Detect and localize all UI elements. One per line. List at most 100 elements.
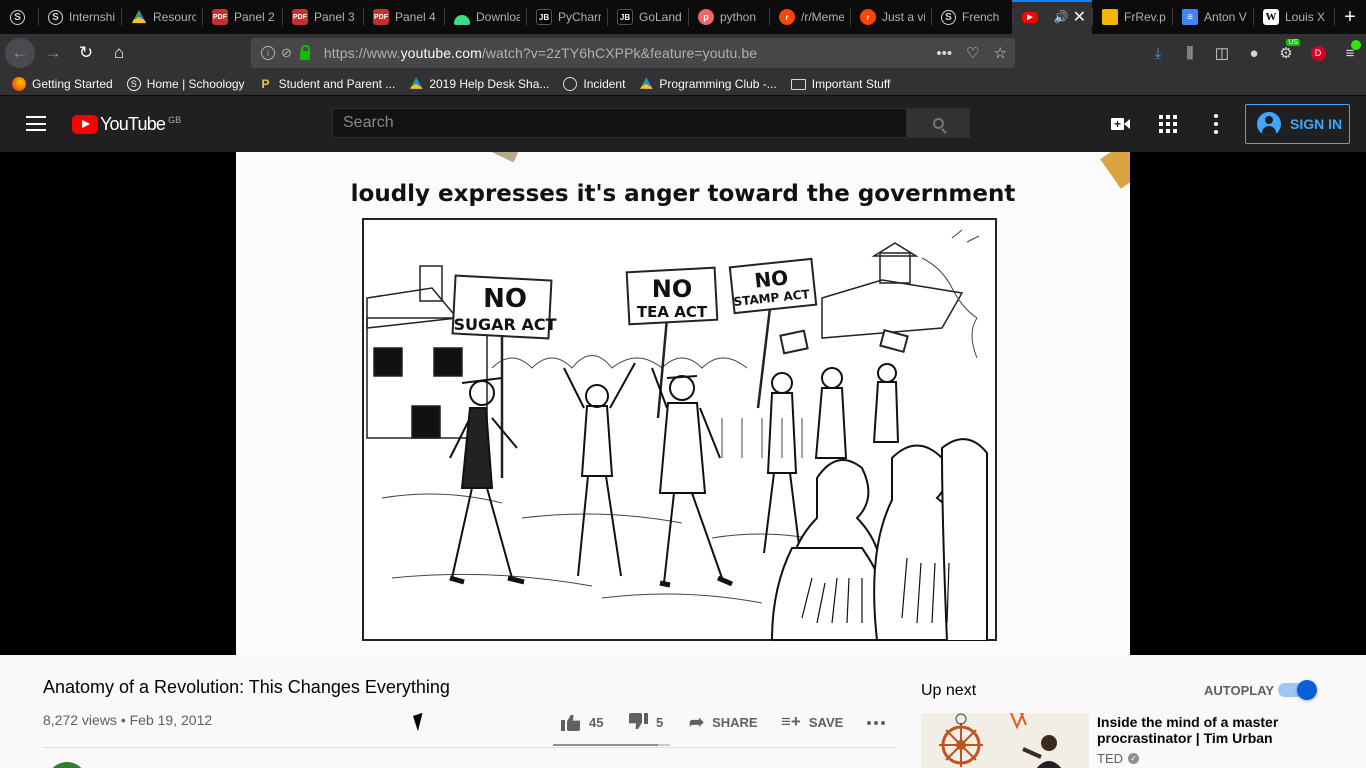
video-player[interactable]: loudly expresses it's anger toward the g… [0,152,1366,655]
browser-tab[interactable]: r Just a vid [850,0,931,34]
forward-button[interactable]: → [38,38,68,68]
bookmark-label: Home | Schoology [146,76,245,91]
video-frame[interactable]: loudly expresses it's anger toward the g… [236,152,1130,655]
share-button[interactable]: ➦ SHARE [689,711,758,733]
sign-text-no-3: NO [753,265,789,292]
browser-tab[interactable]: JB PyCharm [526,0,607,34]
youtube-logo[interactable]: YouTube GB [72,114,181,135]
bookmark-item[interactable]: 2019 Help Desk Sha... [409,77,549,91]
next-video-channel[interactable]: TED ✓ [1097,751,1139,766]
vpn-extension-button[interactable]: ⚙ US [1270,37,1302,69]
home-button[interactable]: ⌂ [104,38,134,68]
address-bar[interactable]: i ⊘ https://www.youtube.com/watch?v=2zTY… [251,38,1015,68]
browser-tab[interactable]: W Louis X [1253,0,1334,34]
channel-avatar[interactable] [47,762,87,768]
browser-tab[interactable]: r/r/Memes [769,0,850,34]
search-input[interactable] [332,108,907,138]
apps-grid-icon[interactable] [1159,115,1177,133]
python-icon: p [698,9,714,25]
account-button[interactable]: ● [1238,37,1270,69]
video-info-section: Anatomy of a Revolution: This Changes Ev… [0,655,1366,768]
bookmark-item[interactable]: Important Stuff [790,77,890,91]
more-actions-icon[interactable] [867,721,885,725]
sidebar-icon: ◫ [1214,45,1230,62]
bookmark-item[interactable]: S Home | Schoology [126,76,245,91]
close-tab-icon[interactable]: ✕ [1073,7,1086,27]
next-video-title[interactable]: Inside the mind of a master procrastinat… [1097,714,1307,746]
save-button[interactable]: ≡+ SAVE [781,711,843,733]
back-button[interactable]: ← [5,38,35,68]
sentiment-bar-fill [553,744,659,746]
library-button[interactable]: ⫼ [1174,37,1206,69]
profile-extension-button[interactable]: D [1302,37,1334,69]
browser-tab[interactable]: p python [688,0,769,34]
profile-avatar: D [1310,45,1326,61]
search-button[interactable] [906,108,970,138]
google-drive-icon [410,77,423,89]
browser-tab[interactable]: PDF Panel 4 [363,0,444,34]
settings-more-icon[interactable] [1214,114,1218,134]
guide-menu-icon[interactable] [26,116,46,131]
page-actions-icon[interactable]: ••• [936,45,952,62]
protest-cartoon-illustration: NO SUGAR ACT NO TEA ACT NO STAMP ACT [362,218,997,641]
bookmark-star-icon[interactable]: ☆ [994,44,1007,62]
tab-label: Panel 3 [314,10,355,24]
pocket-icon[interactable]: ♡ [966,44,979,62]
speaker-icon[interactable]: 🔊 [1054,10,1069,24]
library-icon: ⫼ [1186,44,1194,62]
browser-tab[interactable]: ▶ 🔊 ✕ [1012,0,1092,34]
bookmark-item[interactable]: Getting Started [12,76,113,91]
bookmark-label: Getting Started [32,76,113,91]
browser-tab[interactable]: ≡ Anton V [1172,0,1253,34]
schoology-icon: S [941,9,956,25]
like-button[interactable]: 45 [561,711,603,733]
browser-tab[interactable]: S French [931,0,1012,34]
view-count: 8,272 views [43,712,117,728]
sign-text-no-1: NO [483,284,527,314]
google-drive-icon [131,9,147,24]
next-video-thumbnail[interactable] [921,713,1089,768]
update-dot-icon [1351,40,1361,50]
new-tab-button[interactable]: + [1334,0,1366,34]
bookmark-label: Programming Club -... [659,76,777,91]
autoplay-toggle[interactable] [1278,680,1317,700]
bookmark-item[interactable]: Programming Club -... [639,76,777,91]
url-text[interactable]: https://www.youtube.com/watch?v=2zTY6hCX… [324,45,757,61]
sign-in-button[interactable]: SIGN IN [1245,104,1350,144]
page: S S Internship Resources PDF Panel 2 PDF Panel … [0,0,1366,768]
bookmarks-toolbar: Getting Started S Home | Schoology P Student… [0,72,1366,96]
thumbs-down-icon [628,713,648,731]
browser-tab[interactable]: PDF Panel 2 [202,0,282,34]
sidebar-button[interactable]: ◫ [1206,37,1238,69]
downloads-button[interactable]: ⤓ [1142,37,1174,69]
url-actions: ••• ♡ ☆ [936,38,1007,68]
browser-tab[interactable]: FrRev.p [1092,0,1172,34]
tab-label: Downloads [476,10,520,24]
browser-tab[interactable]: PDF Panel 3 [282,0,363,34]
back-arrow-icon: ← [11,43,29,62]
playlist-add-icon: ≡+ [781,712,801,731]
browser-tab[interactable]: S [0,0,38,34]
sign-in-label: SIGN IN [1290,116,1343,132]
search-icon [932,117,944,129]
menu-button[interactable]: ≡ [1334,37,1366,69]
bookmark-item[interactable]: Incident [563,76,625,91]
upload-date: Feb 19, 2012 [129,712,213,728]
sign-text-sugar-act: SUGAR ACT [454,315,557,334]
tab-label: Anton V [1204,10,1247,24]
create-video-icon[interactable]: + [1111,116,1131,132]
browser-tab[interactable]: S Internship [38,0,121,34]
divider [43,747,897,748]
permissions-icon[interactable]: ⊘ [281,45,292,61]
bookmark-item[interactable]: P Student and Parent ... [259,77,396,91]
site-info-icon[interactable]: i [261,46,275,60]
reload-button[interactable]: ↻ [71,38,101,68]
globe-icon [563,76,578,91]
save-label: SAVE [808,714,844,730]
browser-tab[interactable]: JB GoLand [607,0,688,34]
dislike-count: 5 [656,714,664,730]
browser-tab[interactable]: Resources [121,0,202,34]
browser-tab[interactable]: Downloads [444,0,526,34]
dislike-button[interactable]: 5 [628,711,663,733]
tab-label: Internship [69,10,115,24]
